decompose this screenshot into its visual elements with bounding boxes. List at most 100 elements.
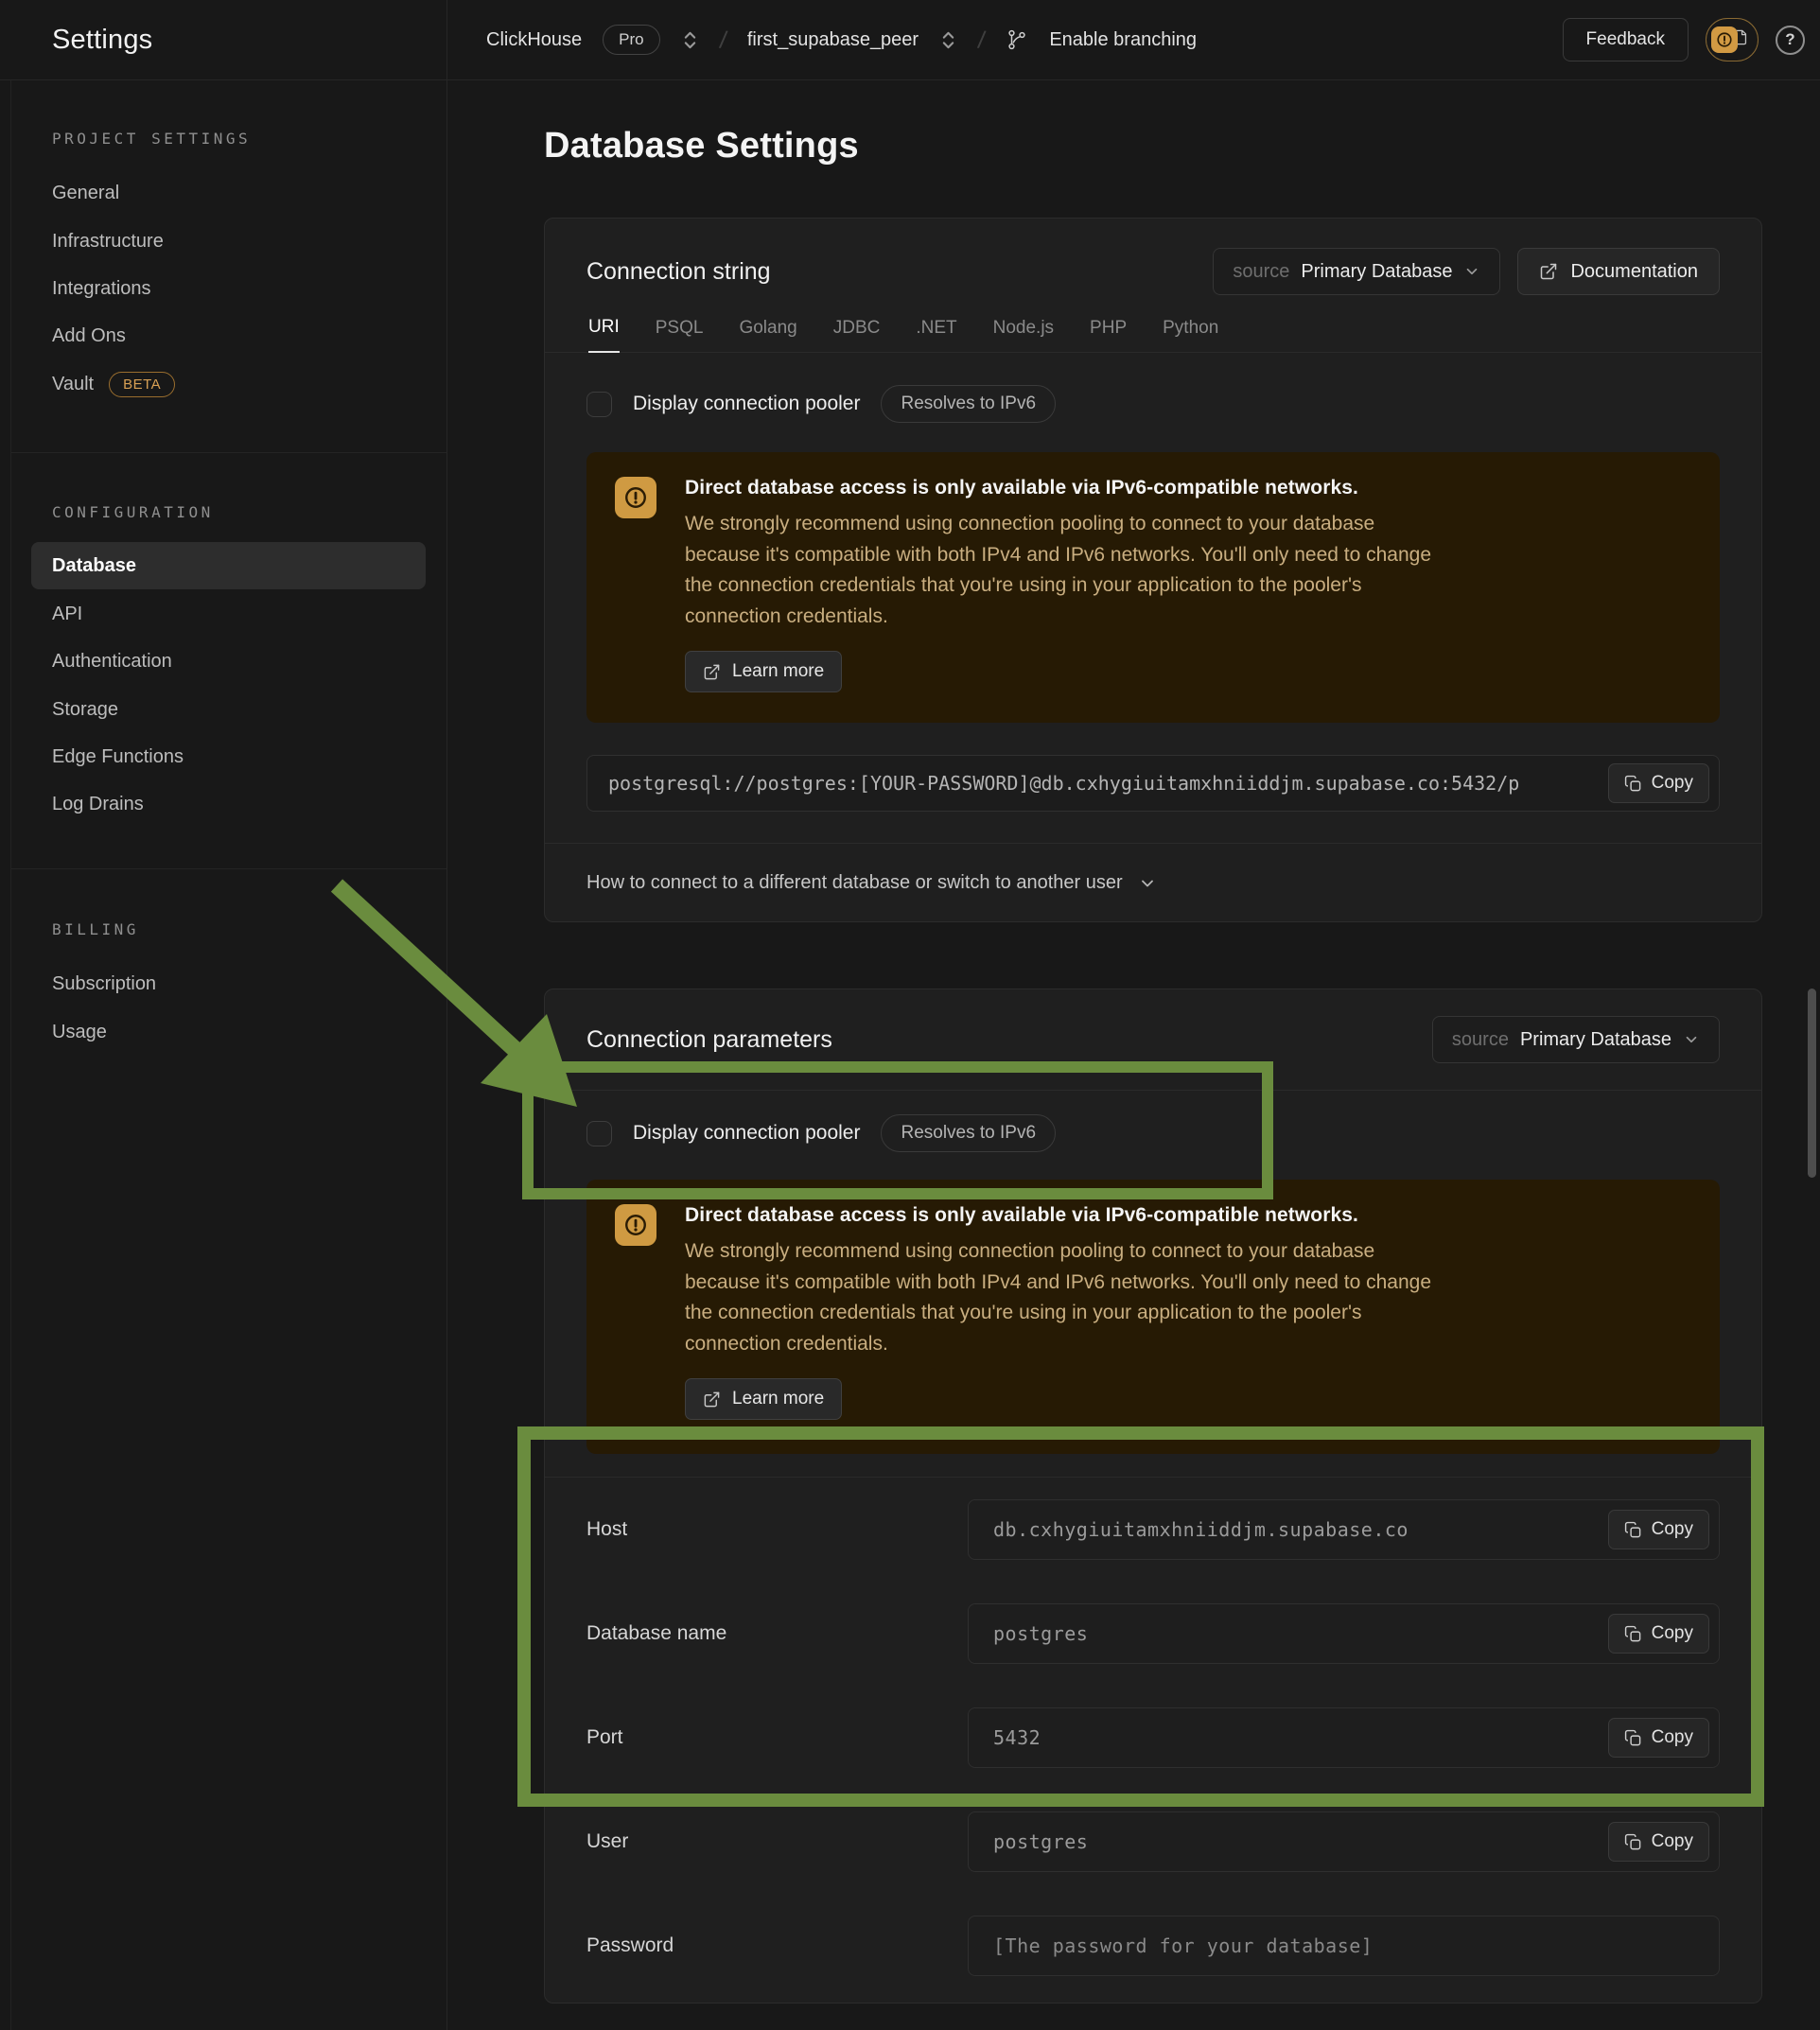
pooler-row: Display connection pooler Resolves to IP… bbox=[586, 379, 1056, 429]
warning-title: Direct database access is only available… bbox=[685, 1204, 1691, 1227]
copy-label: Copy bbox=[1652, 1831, 1693, 1852]
breadcrumb-separator: / bbox=[718, 25, 728, 55]
tab-nodejs[interactable]: Node.js bbox=[993, 306, 1054, 352]
copy-label: Copy bbox=[1652, 1519, 1693, 1540]
user-value: postgres bbox=[969, 1830, 1088, 1853]
sidebar-item-edge-functions[interactable]: Edge Functions bbox=[52, 746, 184, 768]
breadcrumb-project[interactable]: first_supabase_peer bbox=[747, 29, 919, 51]
host-value: db.cxhygiuitamxhniiddjm.supabase.co bbox=[969, 1518, 1409, 1541]
display-connection-pooler-checkbox[interactable] bbox=[586, 392, 612, 417]
copy-icon bbox=[1624, 775, 1642, 793]
sidebar-item-usage[interactable]: Usage bbox=[52, 1022, 107, 1043]
tab-jdbc[interactable]: JDBC bbox=[833, 306, 881, 352]
top-bar-right: Feedback ? bbox=[1563, 18, 1820, 61]
field-row-user: User postgres Copy bbox=[545, 1790, 1761, 1894]
section-title-billing: BILLING bbox=[52, 920, 139, 938]
resolves-to-ipv6-badge: Resolves to IPv6 bbox=[881, 1114, 1056, 1152]
sidebar-item-authentication[interactable]: Authentication bbox=[52, 651, 172, 673]
display-connection-pooler-checkbox[interactable] bbox=[586, 1121, 612, 1146]
chevron-down-icon bbox=[1463, 263, 1480, 280]
tab-psql[interactable]: PSQL bbox=[656, 306, 704, 352]
top-bar: Settings ClickHouse Pro / first_supabase… bbox=[0, 0, 1820, 80]
sidebar-item-add-ons[interactable]: Add Ons bbox=[52, 325, 126, 347]
sidebar-divider bbox=[11, 452, 446, 453]
learn-more-button[interactable]: Learn more bbox=[685, 651, 842, 692]
user-field[interactable]: postgres Copy bbox=[968, 1811, 1720, 1872]
field-label: Database name bbox=[586, 1622, 726, 1645]
sidebar-item-api[interactable]: API bbox=[52, 604, 82, 625]
external-link-icon bbox=[703, 663, 721, 681]
alert-badge-icon bbox=[1711, 26, 1738, 53]
connection-uri-field[interactable]: postgresql://postgres:[YOUR-PASSWORD]@db… bbox=[586, 755, 1720, 812]
copy-user-button[interactable]: Copy bbox=[1608, 1822, 1709, 1862]
database-name-field[interactable]: postgres Copy bbox=[968, 1603, 1720, 1664]
documentation-button[interactable]: Documentation bbox=[1517, 248, 1720, 295]
tab-dotnet[interactable]: .NET bbox=[916, 306, 956, 352]
connection-parameters-card: Connection parameters source Primary Dat… bbox=[544, 989, 1762, 2004]
sidebar-item-vault[interactable]: Vault BETA bbox=[52, 372, 175, 397]
org-plan-badge: Pro bbox=[603, 25, 659, 55]
scrollbar-thumb[interactable] bbox=[1808, 989, 1816, 1178]
main-content: Database Settings Connection string sour… bbox=[447, 80, 1820, 2030]
source-select[interactable]: source Primary Database bbox=[1432, 1016, 1720, 1063]
sidebar-item-infrastructure[interactable]: Infrastructure bbox=[52, 231, 164, 253]
sidebar-item-label: Vault bbox=[52, 374, 94, 395]
copy-label: Copy bbox=[1652, 1727, 1693, 1748]
enable-branching-label[interactable]: Enable branching bbox=[1049, 29, 1197, 51]
copy-icon bbox=[1624, 1625, 1642, 1643]
git-branch-icon bbox=[1006, 28, 1028, 51]
tab-uri[interactable]: URI bbox=[588, 306, 620, 353]
password-field[interactable]: [The password for your database] bbox=[968, 1916, 1720, 1976]
field-label: Password bbox=[586, 1934, 674, 1957]
connection-parameters-header: Connection parameters source Primary Dat… bbox=[545, 989, 1761, 1091]
warning-body: We strongly recommend using connection p… bbox=[685, 509, 1451, 632]
learn-more-label: Learn more bbox=[732, 1389, 824, 1409]
breadcrumb-org[interactable]: ClickHouse bbox=[486, 29, 582, 51]
external-link-icon bbox=[1539, 262, 1558, 281]
tab-php[interactable]: PHP bbox=[1090, 306, 1127, 352]
settings-sidebar: PROJECT SETTINGS General Infrastructure … bbox=[0, 80, 446, 2030]
ipv6-warning-box: Direct database access is only available… bbox=[586, 452, 1720, 723]
copy-host-button[interactable]: Copy bbox=[1608, 1510, 1709, 1549]
field-row-port: Port 5432 Copy bbox=[545, 1686, 1761, 1790]
sidebar-item-log-drains[interactable]: Log Drains bbox=[52, 794, 144, 815]
copy-database-name-button[interactable]: Copy bbox=[1608, 1614, 1709, 1654]
field-row-database-name: Database name postgres Copy bbox=[545, 1582, 1761, 1686]
section-title-project-settings: PROJECT SETTINGS bbox=[52, 130, 251, 148]
sidebar-divider bbox=[11, 868, 446, 869]
field-row-password: Password [The password for your database… bbox=[545, 1894, 1761, 1998]
notifications-avatar[interactable] bbox=[1706, 18, 1759, 61]
connect-help-collapsible[interactable]: How to connect to a different database o… bbox=[545, 843, 1761, 922]
password-placeholder: [The password for your database] bbox=[969, 1934, 1373, 1957]
host-field[interactable]: db.cxhygiuitamxhniiddjm.supabase.co Copy bbox=[968, 1499, 1720, 1560]
section-title-configuration: CONFIGURATION bbox=[52, 503, 214, 521]
learn-more-button[interactable]: Learn more bbox=[685, 1378, 842, 1420]
sidebar-item-subscription[interactable]: Subscription bbox=[52, 973, 156, 995]
beta-badge: BETA bbox=[109, 372, 175, 397]
copy-label: Copy bbox=[1652, 773, 1693, 794]
copy-uri-button[interactable]: Copy bbox=[1608, 763, 1709, 803]
source-select[interactable]: source Primary Database bbox=[1213, 248, 1500, 295]
tab-golang[interactable]: Golang bbox=[739, 306, 796, 352]
copy-port-button[interactable]: Copy bbox=[1608, 1718, 1709, 1758]
sidebar-item-storage[interactable]: Storage bbox=[52, 699, 118, 721]
tab-python[interactable]: Python bbox=[1163, 306, 1218, 352]
source-select-value: Primary Database bbox=[1520, 1029, 1671, 1051]
feedback-button[interactable]: Feedback bbox=[1563, 18, 1689, 61]
sidebar-item-database[interactable]: Database bbox=[31, 542, 426, 589]
port-field[interactable]: 5432 Copy bbox=[968, 1707, 1720, 1768]
copy-icon bbox=[1624, 1521, 1642, 1539]
sidebar-item-integrations[interactable]: Integrations bbox=[52, 278, 151, 300]
external-link-icon bbox=[703, 1391, 721, 1409]
field-label: Host bbox=[586, 1518, 627, 1541]
project-selector-chevrons-icon[interactable] bbox=[939, 30, 957, 50]
port-value: 5432 bbox=[969, 1726, 1041, 1749]
org-selector-chevrons-icon[interactable] bbox=[681, 30, 699, 50]
top-bar-left: Settings bbox=[0, 25, 446, 56]
sidebar-item-general[interactable]: General bbox=[52, 183, 119, 204]
chevron-down-icon bbox=[1138, 874, 1157, 893]
connection-string-tabs: URI PSQL Golang JDBC .NET Node.js PHP Py… bbox=[545, 306, 1761, 353]
sidebar-border bbox=[446, 0, 447, 2030]
help-icon[interactable]: ? bbox=[1776, 26, 1805, 55]
copy-label: Copy bbox=[1652, 1623, 1693, 1644]
